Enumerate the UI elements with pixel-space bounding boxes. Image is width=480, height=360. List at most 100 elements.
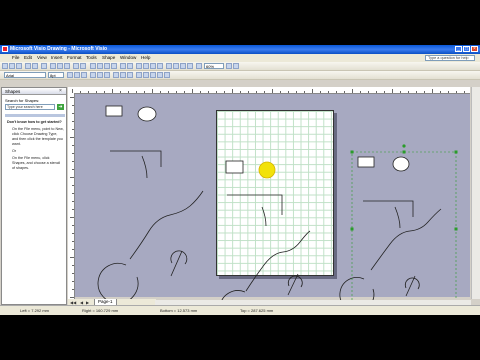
drawing-shapes[interactable]: [75, 94, 470, 315]
rectangle-shape[interactable]: [225, 160, 244, 174]
ruler-tick: [264, 91, 265, 93]
menu-edit[interactable]: Edit: [24, 55, 32, 60]
window-title: Microsoft Visio Drawing - Microsoft Visi…: [10, 46, 108, 52]
close-icon[interactable]: ×: [471, 46, 478, 52]
vertical-ruler[interactable]: [68, 93, 75, 299]
ruler-tick: [72, 209, 74, 210]
align-left-icon[interactable]: [90, 72, 96, 78]
preview-icon[interactable]: [32, 63, 38, 69]
vertical-scrollbar[interactable]: [471, 87, 480, 299]
zoom-in-icon[interactable]: [226, 63, 232, 69]
freeform-curve-shape[interactable]: [129, 190, 204, 260]
circle-arc-shape[interactable]: [97, 262, 139, 304]
pen-shape[interactable]: [404, 275, 420, 297]
zoom-out-icon[interactable]: [196, 63, 202, 69]
ellipse-shape-selected[interactable]: [258, 161, 276, 179]
minimize-icon[interactable]: _: [455, 46, 462, 52]
arc-shape[interactable]: [141, 155, 148, 179]
format-painter-icon[interactable]: [187, 63, 193, 69]
connector-icon[interactable]: [166, 63, 172, 69]
menu-help[interactable]: Help: [141, 55, 150, 60]
selection-handle[interactable]: [402, 150, 406, 154]
stencil-icon[interactable]: [120, 63, 126, 69]
text-tool-icon[interactable]: [104, 63, 110, 69]
text-color-icon[interactable]: [113, 72, 119, 78]
drawing-canvas[interactable]: [75, 94, 470, 315]
rectangle-shape[interactable]: [105, 105, 123, 117]
print-icon[interactable]: [25, 63, 31, 69]
arc-shape[interactable]: [261, 206, 267, 227]
ink-icon[interactable]: [173, 63, 179, 69]
new-icon[interactable]: [2, 63, 8, 69]
selection-handle[interactable]: [454, 227, 458, 231]
align-center-icon[interactable]: [97, 72, 103, 78]
font-combo[interactable]: Arial: [4, 72, 46, 78]
menu-view[interactable]: View: [37, 55, 47, 60]
line-tool-icon[interactable]: [111, 63, 117, 69]
pan-zoom-icon[interactable]: [157, 63, 163, 69]
zoom-combo[interactable]: 60%: [204, 63, 224, 69]
ellipse-shape[interactable]: [137, 106, 157, 122]
italic-icon[interactable]: [74, 72, 80, 78]
menu-shape[interactable]: Shape: [102, 55, 115, 60]
rotation-handle[interactable]: [402, 144, 406, 148]
ellipse-shape[interactable]: [392, 156, 410, 172]
bold-icon[interactable]: [67, 72, 73, 78]
menu-insert[interactable]: Insert: [51, 55, 63, 60]
line-ends-icon[interactable]: [150, 72, 156, 78]
rectangle-shape[interactable]: [357, 156, 375, 168]
help-question-input[interactable]: Type a question for help: [425, 55, 475, 61]
save-icon[interactable]: [16, 63, 22, 69]
connector-tool-icon[interactable]: [97, 63, 103, 69]
go-arrow-icon[interactable]: ➜: [57, 104, 64, 110]
pointer-tool-icon[interactable]: [90, 63, 96, 69]
ruler-tick: [456, 91, 457, 93]
undo-icon[interactable]: [73, 63, 79, 69]
freeform-curve-shape[interactable]: [370, 208, 442, 271]
selection-handle[interactable]: [350, 227, 354, 231]
shadow-color-icon[interactable]: [157, 72, 163, 78]
ruler-tick: [72, 121, 74, 122]
cut-icon[interactable]: [50, 63, 56, 69]
copy-icon[interactable]: [57, 63, 63, 69]
layers-icon[interactable]: [127, 63, 133, 69]
align-right-icon[interactable]: [104, 72, 110, 78]
selection-handle[interactable]: [350, 150, 354, 154]
help-icon[interactable]: [233, 63, 239, 69]
line-weight-icon[interactable]: [136, 72, 142, 78]
horizontal-ruler[interactable]: [68, 87, 470, 94]
font-size-combo[interactable]: 8pt: [48, 72, 64, 78]
arc-shape[interactable]: [394, 206, 401, 229]
drawing-explorer-icon[interactable]: [143, 63, 149, 69]
menu-format[interactable]: Format: [67, 55, 82, 60]
paste-icon[interactable]: [64, 63, 70, 69]
line-color-icon[interactable]: [120, 72, 126, 78]
elbow-line-shape[interactable]: [110, 150, 162, 167]
ruler-tick: [208, 91, 209, 93]
hyperlink-icon[interactable]: [180, 63, 186, 69]
shapes-icon[interactable]: [136, 63, 142, 69]
close-icon[interactable]: ×: [59, 89, 64, 94]
ruler-tick: [248, 91, 249, 93]
fill-color-icon[interactable]: [127, 72, 133, 78]
ruler-tick: [72, 153, 74, 154]
search-input[interactable]: Type your search here: [5, 104, 55, 110]
menu-tools[interactable]: Tools: [86, 55, 97, 60]
freeform-curve-shape[interactable]: [245, 230, 311, 292]
menu-file[interactable]: File: [12, 55, 19, 60]
elbow-line-shape[interactable]: [227, 194, 283, 215]
redo-icon[interactable]: [80, 63, 86, 69]
line-pattern-icon[interactable]: [143, 72, 149, 78]
open-icon[interactable]: [9, 63, 15, 69]
maximize-icon[interactable]: □: [463, 46, 470, 52]
ruler-tick: [400, 91, 401, 93]
corner-rounding-icon[interactable]: [164, 72, 170, 78]
spelling-icon[interactable]: [41, 63, 47, 69]
pen-shape[interactable]: [287, 273, 303, 296]
elbow-line-shape[interactable]: [363, 200, 414, 217]
menu-window[interactable]: Window: [120, 55, 136, 60]
pen-shape[interactable]: [170, 250, 188, 277]
grid-icon[interactable]: [150, 63, 156, 69]
underline-icon[interactable]: [81, 72, 87, 78]
selection-handle[interactable]: [454, 150, 458, 154]
